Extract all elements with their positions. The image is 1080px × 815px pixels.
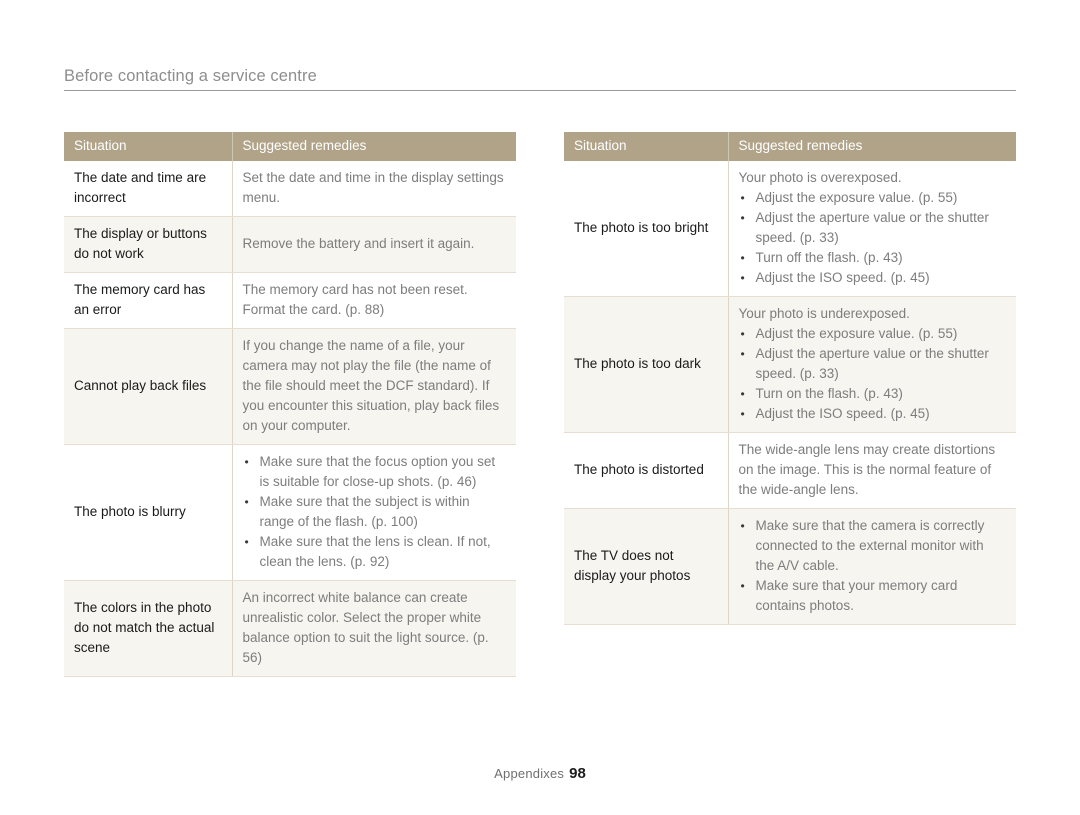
table-row: The display or buttons do not work Remov… — [64, 216, 516, 273]
remedy-cell: Make sure that the camera is correctly c… — [728, 508, 1016, 625]
footer-page-number: 98 — [569, 765, 586, 782]
remedy-cell: Your photo is underexposed. Adjust the e… — [728, 296, 1016, 433]
table-row: The memory card has an error The memory … — [64, 272, 516, 329]
list-item: Adjust the exposure value. (p. 55) — [739, 324, 1007, 344]
right-table: Situation Suggested remedies The photo i… — [564, 132, 1016, 625]
list-item: Turn on the flash. (p. 43) — [739, 384, 1007, 404]
situation-cell: The photo is too dark — [564, 296, 729, 433]
table-row: The date and time are incorrect Set the … — [64, 161, 516, 217]
remedy-text: Remove the battery and insert it again. — [242, 236, 475, 251]
table-row: Cannot play back files If you change the… — [64, 328, 516, 445]
remedy-bullet-list: Make sure that the focus option you set … — [243, 452, 507, 572]
list-item: Adjust the aperture value or the shutter… — [739, 208, 1007, 248]
situation-cell: The TV does not display your photos — [564, 508, 729, 625]
list-item: Make sure that the lens is clean. If not… — [243, 532, 507, 572]
situation-cell: Cannot play back files — [64, 328, 233, 445]
left-table-head: Situation Suggested remedies — [64, 132, 516, 161]
remedy-bullet-list: Adjust the exposure value. (p. 55) Adjus… — [739, 324, 1007, 424]
situation-cell: The memory card has an error — [64, 272, 233, 329]
right-table-body: The photo is too bright Your photo is ov… — [564, 161, 1016, 625]
table-header-row: Situation Suggested remedies — [64, 132, 516, 161]
table-row: The photo is too bright Your photo is ov… — [564, 161, 1016, 297]
column-header-situation: Situation — [564, 132, 729, 161]
troubleshooting-tables: Situation Suggested remedies The date an… — [64, 132, 1016, 677]
list-item: Turn off the flash. (p. 43) — [739, 248, 1007, 268]
column-header-remedies: Suggested remedies — [232, 132, 516, 161]
remedy-cell: Remove the battery and insert it again. — [232, 216, 516, 273]
situation-cell: The date and time are incorrect — [64, 161, 233, 217]
remedy-text: Your photo is overexposed. — [738, 170, 902, 185]
remedy-cell: Set the date and time in the display set… — [232, 161, 516, 217]
column-header-remedies: Suggested remedies — [728, 132, 1016, 161]
column-header-situation: Situation — [64, 132, 233, 161]
remedy-text: If you change the name of a file, your c… — [242, 338, 500, 433]
remedy-cell: The wide-angle lens may create distortio… — [728, 432, 1016, 509]
situation-cell: The photo is blurry — [64, 444, 233, 581]
list-item: Adjust the ISO speed. (p. 45) — [739, 268, 1007, 288]
table-row: The photo is too dark Your photo is unde… — [564, 296, 1016, 433]
table-row: The TV does not display your photos Make… — [564, 508, 1016, 625]
header-rule — [64, 90, 1016, 91]
table-header-row: Situation Suggested remedies — [564, 132, 1016, 161]
document-page: Before contacting a service centre Situa… — [0, 0, 1080, 815]
remedy-text: The wide-angle lens may create distortio… — [738, 442, 996, 497]
list-item: Adjust the ISO speed. (p. 45) — [739, 404, 1007, 424]
remedy-text: Set the date and time in the display set… — [242, 170, 504, 205]
left-table: Situation Suggested remedies The date an… — [64, 132, 516, 677]
left-table-body: The date and time are incorrect Set the … — [64, 161, 516, 677]
remedy-bullet-list: Make sure that the camera is correctly c… — [739, 516, 1007, 616]
list-item: Make sure that the focus option you set … — [243, 452, 507, 492]
remedy-text: Your photo is underexposed. — [738, 306, 910, 321]
remedy-cell: Make sure that the focus option you set … — [232, 444, 516, 581]
remedy-text: The memory card has not been reset. Form… — [242, 282, 468, 317]
right-table-head: Situation Suggested remedies — [564, 132, 1016, 161]
situation-cell: The display or buttons do not work — [64, 216, 233, 273]
list-item: Adjust the exposure value. (p. 55) — [739, 188, 1007, 208]
footer-section-label: Appendixes — [494, 766, 565, 781]
table-row: The photo is blurry Make sure that the f… — [64, 444, 516, 581]
running-head: Before contacting a service centre — [64, 66, 1016, 91]
remedy-cell: Your photo is overexposed. Adjust the ex… — [728, 161, 1016, 297]
remedy-text: An incorrect white balance can create un… — [242, 590, 489, 665]
list-item: Adjust the aperture value or the shutter… — [739, 344, 1007, 384]
situation-cell: The photo is too bright — [564, 161, 729, 297]
remedy-cell: An incorrect white balance can create un… — [232, 580, 516, 677]
situation-cell: The photo is distorted — [564, 432, 729, 509]
list-item: Make sure that the subject is within ran… — [243, 492, 507, 532]
page-footer: Appendixes 98 — [0, 765, 1080, 783]
table-row: The colors in the photo do not match the… — [64, 580, 516, 677]
situation-cell: The colors in the photo do not match the… — [64, 580, 233, 677]
list-item: Make sure that the camera is correctly c… — [739, 516, 1007, 576]
page-title: Before contacting a service centre — [64, 67, 317, 85]
table-row: The photo is distorted The wide-angle le… — [564, 432, 1016, 509]
list-item: Make sure that your memory card contains… — [739, 576, 1007, 616]
remedy-cell: The memory card has not been reset. Form… — [232, 272, 516, 329]
remedy-cell: If you change the name of a file, your c… — [232, 328, 516, 445]
remedy-bullet-list: Adjust the exposure value. (p. 55) Adjus… — [739, 188, 1007, 288]
